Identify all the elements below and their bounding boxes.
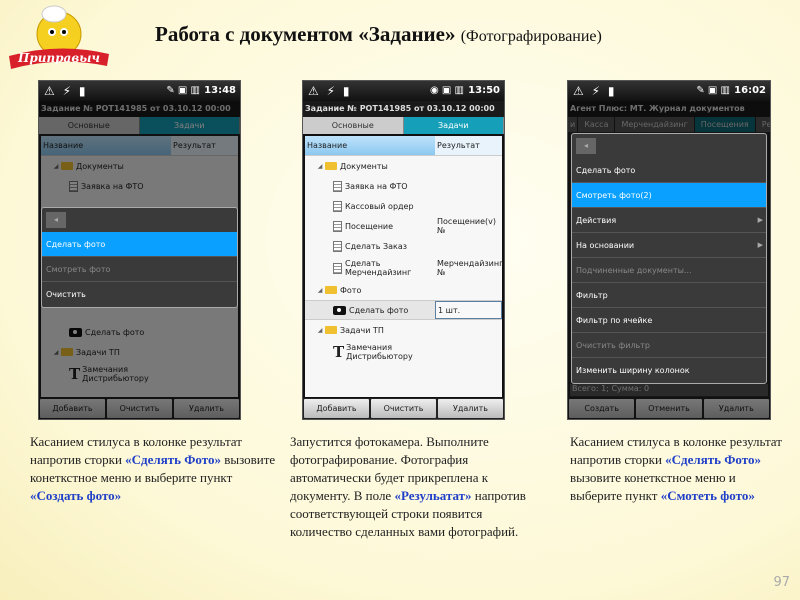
camera-icon bbox=[69, 327, 82, 337]
status-icons: ⚠ ⚡ ▮ bbox=[44, 84, 88, 98]
submenu-arrow-icon: ▶ bbox=[757, 216, 763, 224]
window-title: Задание № РОТ141985 от 03.10.12 00:00 bbox=[303, 101, 504, 117]
document-icon bbox=[333, 262, 342, 274]
back-icon[interactable]: ◂ bbox=[46, 212, 66, 228]
menu-item-subordinate-docs[interactable]: Подчиненные документы... bbox=[572, 258, 766, 283]
slide-title: Работа с документом «Задание» (Фотографи… bbox=[155, 22, 602, 46]
tab-tasks[interactable]: Задачи bbox=[139, 117, 240, 134]
task-table: Название Результат ◢ Документы Заявка на Ф… bbox=[305, 136, 504, 397]
totals-footer: Всего: 1; Сумма: 0 bbox=[570, 384, 768, 396]
table-row[interactable]: T Замечания Дистрибьютору bbox=[305, 340, 502, 364]
back-icon[interactable]: ◂ bbox=[576, 138, 596, 154]
table-row[interactable]: Сделать Заказ bbox=[305, 236, 502, 256]
folder-icon bbox=[325, 286, 337, 294]
column-header-name: Название bbox=[305, 136, 436, 155]
tab-main[interactable]: Основные bbox=[303, 117, 404, 134]
caption-1: Касанием стилуса в колонке результат нап… bbox=[30, 434, 276, 503]
menu-item-based-on[interactable]: На основании ▶ bbox=[572, 233, 766, 258]
clock: 16:02 bbox=[734, 85, 766, 96]
document-icon bbox=[333, 180, 342, 192]
table-row[interactable]: Сделать фото bbox=[41, 322, 238, 342]
tab-visits[interactable]: Посещения bbox=[694, 117, 756, 132]
caption-2: Запустится фотокамера. Выполните фотогра… bbox=[290, 434, 526, 539]
clock: 13:50 bbox=[468, 85, 500, 96]
delete-button[interactable]: Удалить bbox=[174, 399, 239, 418]
column-header-name: Название bbox=[41, 136, 172, 155]
camera-icon bbox=[333, 305, 346, 315]
add-button[interactable]: Добавить bbox=[40, 399, 105, 418]
tab-main[interactable]: Основные bbox=[39, 117, 140, 134]
document-icon bbox=[333, 220, 342, 232]
submenu-arrow-icon: ▶ bbox=[757, 241, 763, 249]
menu-item-clear-filter[interactable]: Очистить фильтр bbox=[572, 333, 766, 358]
phone-screenshot-2: ⚠ ⚡ ▮ ◉ ▣ ▥ 13:50 Задание № РОТ141985 от 0… bbox=[302, 80, 505, 420]
context-menu: ◂ Сделать фото Смотреть фото Очистить bbox=[41, 207, 238, 308]
status-bar: ⚠ ⚡ ▮ ✎ ▣ ▥ 16:02 bbox=[568, 81, 770, 101]
column-header-result: Результат bbox=[435, 136, 502, 155]
delete-button[interactable]: Удалить bbox=[438, 399, 503, 418]
folder-icon bbox=[325, 326, 337, 334]
menu-item-filter-by-cell[interactable]: Фильтр по ячейке bbox=[572, 308, 766, 333]
status-bar: ⚠ ⚡ ▮ ✎ ▣ ▥ 13:48 bbox=[39, 81, 240, 101]
table-row[interactable]: ◢ Фото bbox=[305, 280, 502, 300]
clear-button[interactable]: Очистить bbox=[107, 399, 172, 418]
menu-item-take-photo[interactable]: Сделать фото bbox=[42, 232, 237, 257]
table-row[interactable]: ◢ Документы bbox=[41, 156, 238, 176]
table-row[interactable]: Заявка на ФТО bbox=[305, 176, 502, 196]
context-menu: ◂ Сделать фото Смотреть фото(2) Действия… bbox=[571, 133, 767, 384]
folder-icon bbox=[61, 162, 73, 170]
folder-icon bbox=[325, 162, 337, 170]
table-row[interactable]: T Замечания Дистрибьютору bbox=[41, 362, 238, 386]
phone-screenshot-1: ⚠ ⚡ ▮ ✎ ▣ ▥ 13:48 Задание № РОТ141985 от 0… bbox=[38, 80, 241, 420]
menu-item-actions[interactable]: Действия ▶ bbox=[572, 208, 766, 233]
menu-item-view-photo[interactable]: Смотреть фото(2) bbox=[572, 183, 766, 208]
clock: 13:48 bbox=[204, 85, 236, 96]
tab-merchandising[interactable]: Мерчендайзинг bbox=[615, 117, 695, 132]
menu-item-take-photo[interactable]: Сделать фото bbox=[572, 158, 766, 183]
window-title: Агент Плюс: МТ. Журнал документов bbox=[568, 101, 770, 117]
table-row-selected[interactable]: Сделать фото 1 шт. bbox=[305, 300, 502, 320]
table-row[interactable]: Сделать МерчендайзингМерчендайзинг(v) № bbox=[305, 256, 504, 280]
tab-tasks[interactable]: Задачи bbox=[403, 117, 504, 134]
tab-more[interactable]: Реа bbox=[756, 117, 770, 132]
create-button[interactable]: Создать bbox=[569, 399, 635, 418]
table-row[interactable]: Кассовый ордер bbox=[305, 196, 502, 216]
table-row[interactable]: Заявка на ФТО bbox=[41, 176, 238, 196]
text-icon: T bbox=[69, 364, 81, 383]
table-row[interactable]: ◢ Задачи ТП bbox=[305, 320, 502, 340]
document-icon bbox=[333, 240, 342, 252]
table-row[interactable]: ◢ Задачи ТП bbox=[41, 342, 238, 362]
document-icon bbox=[69, 180, 78, 192]
table-row[interactable]: Посещение Посещение(v) № bbox=[305, 216, 502, 236]
delete-button[interactable]: Удалить bbox=[703, 399, 769, 418]
text-icon: T bbox=[333, 342, 345, 361]
column-header-result: Результат bbox=[171, 136, 238, 155]
menu-item-column-width[interactable]: Изменить ширину колонок bbox=[572, 358, 766, 383]
document-icon bbox=[333, 200, 342, 212]
result-cell: 1 шт. bbox=[435, 301, 502, 319]
phone-screenshot-3: ⚠ ⚡ ▮ ✎ ▣ ▥ 16:02 Агент Плюс: МТ. Журнал д… bbox=[567, 80, 771, 420]
table-row[interactable]: ◢ Документы bbox=[305, 156, 502, 176]
svg-text:Приправыч: Приправыч bbox=[17, 51, 100, 65]
caption-3: Касанием стилуса в колонке результат нап… bbox=[570, 434, 782, 503]
status-bar: ⚠ ⚡ ▮ ◉ ▣ ▥ 13:50 bbox=[303, 81, 504, 101]
page-number: 97 bbox=[773, 575, 790, 590]
menu-item-view-photo[interactable]: Смотреть фото bbox=[42, 257, 237, 282]
folder-icon bbox=[61, 348, 73, 356]
add-button[interactable]: Добавить bbox=[304, 399, 369, 418]
menu-item-clear[interactable]: Очистить bbox=[42, 282, 237, 307]
cancel-button[interactable]: Отменить bbox=[636, 399, 702, 418]
window-title: Задание № РОТ141985 от 03.10.12 00:00 bbox=[39, 101, 240, 117]
tab-cash[interactable]: Касса bbox=[578, 117, 616, 132]
logo: Приправыч bbox=[9, 5, 109, 69]
menu-item-filter[interactable]: Фильтр bbox=[572, 283, 766, 308]
clear-button[interactable]: Очистить bbox=[371, 399, 436, 418]
